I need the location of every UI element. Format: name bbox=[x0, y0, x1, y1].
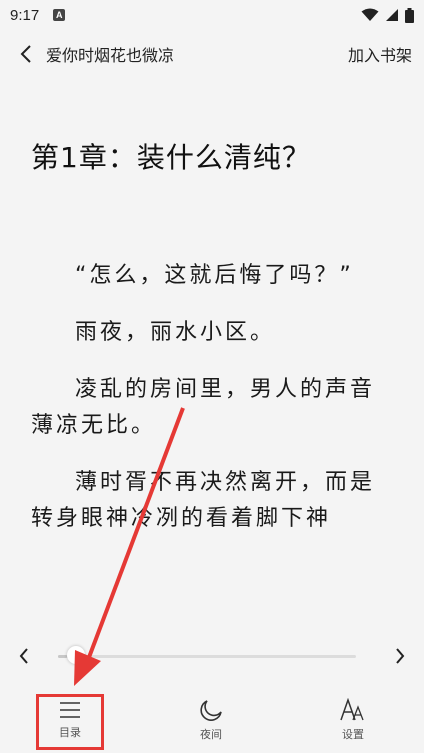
chevron-left-icon bbox=[19, 648, 28, 664]
paragraph: 薄时胥不再决然离开，而是转身眼神冷冽的看着脚下神 bbox=[31, 470, 376, 531]
chapter-progress-row bbox=[0, 640, 424, 672]
font-settings-icon bbox=[340, 698, 364, 721]
previous-chapter-button[interactable] bbox=[12, 644, 36, 668]
chevron-left-icon bbox=[20, 45, 31, 63]
paragraph: 雨夜，丽水小区。 bbox=[75, 320, 276, 345]
night-mode-button[interactable]: 夜间 bbox=[176, 690, 246, 750]
settings-button[interactable]: 设置 bbox=[318, 690, 388, 750]
chevron-right-icon bbox=[396, 648, 405, 664]
signal-icon bbox=[386, 9, 398, 21]
chapter-content: “怎么，这就后悔了吗？” 雨夜，丽水小区。 凌乱的房间里，男人的声音薄凉无比。 … bbox=[31, 258, 399, 618]
back-button[interactable] bbox=[14, 42, 38, 66]
status-bar: 9:17 A bbox=[0, 0, 424, 30]
menu-list-icon bbox=[60, 702, 80, 718]
settings-label: 设置 bbox=[342, 728, 364, 741]
add-to-bookshelf-button[interactable]: 加入书架 bbox=[348, 42, 412, 66]
status-time: 9:17 bbox=[10, 6, 40, 24]
status-icons bbox=[361, 7, 414, 23]
a-notification-icon: A bbox=[53, 9, 66, 21]
reader-bottom-nav: 目录 夜间 设置 bbox=[0, 690, 424, 753]
book-title: 爱你时烟花也微凉 bbox=[46, 46, 175, 65]
night-mode-label: 夜间 bbox=[200, 728, 222, 741]
wifi-icon bbox=[361, 8, 379, 21]
progress-slider-handle[interactable] bbox=[66, 646, 85, 664]
progress-fill bbox=[58, 654, 67, 658]
battery-icon bbox=[405, 7, 414, 23]
next-chapter-button[interactable] bbox=[388, 644, 412, 668]
paragraph: 凌乱的房间里，男人的声音薄凉无比。 bbox=[31, 377, 376, 438]
paragraph: “怎么，这就后悔了吗？” bbox=[75, 263, 354, 288]
catalog-label: 目录 bbox=[59, 726, 81, 739]
catalog-button[interactable]: 目录 bbox=[35, 690, 105, 750]
chapter-title: 第1章：装什么清纯？ bbox=[31, 141, 311, 174]
reader-top-bar: 爱你时烟花也微凉 加入书架 bbox=[0, 30, 424, 78]
moon-icon bbox=[200, 700, 222, 721]
progress-slider-track[interactable] bbox=[58, 654, 356, 658]
